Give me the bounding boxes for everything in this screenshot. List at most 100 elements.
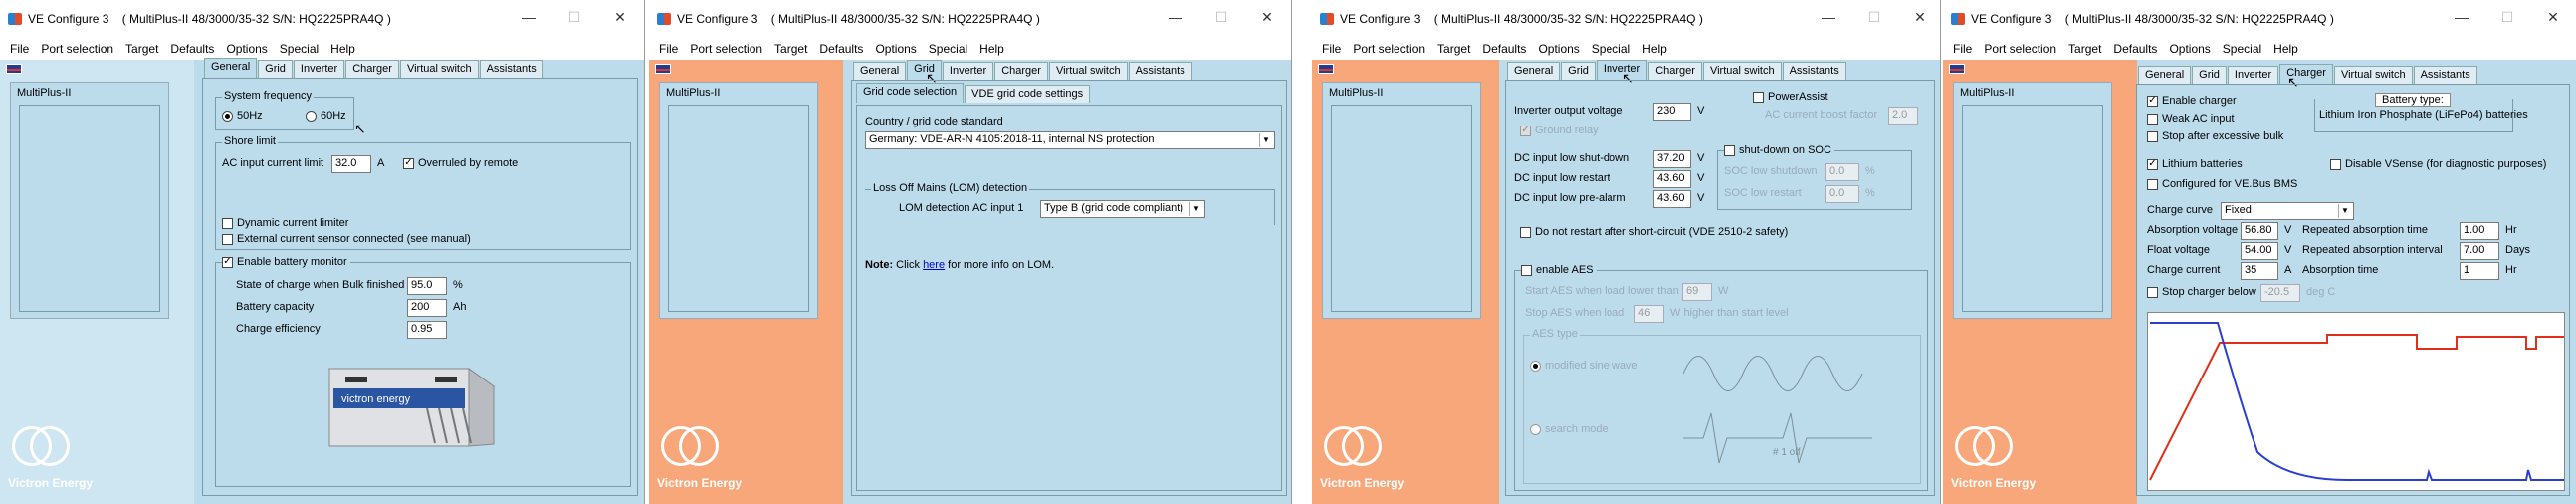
menu-target[interactable]: Target bbox=[768, 42, 813, 56]
soc-shutdown-field[interactable]: 0.0 bbox=[1825, 163, 1859, 181]
menu-target[interactable]: Target bbox=[2062, 42, 2107, 56]
aes-search-radio[interactable]: search mode bbox=[1530, 423, 1609, 435]
menu-port-selection[interactable]: Port selection bbox=[35, 42, 119, 56]
menu-file[interactable]: File bbox=[1316, 42, 1347, 56]
stop-charger-below-field[interactable]: -20.5 bbox=[2260, 284, 2300, 302]
freq-60-radio[interactable]: 60Hz bbox=[306, 110, 346, 122]
menu-help[interactable]: Help bbox=[324, 42, 361, 56]
configured-bms-checkbox[interactable]: Configured for VE.Bus BMS bbox=[2147, 178, 2297, 190]
menu-defaults[interactable]: Defaults bbox=[164, 42, 220, 56]
country-dropdown[interactable]: Germany: VDE-AR-N 4105:2018-11, internal… bbox=[865, 131, 1275, 149]
stop-excessive-bulk-checkbox[interactable]: Stop after excessive bulk bbox=[2147, 130, 2283, 142]
menu-defaults[interactable]: Defaults bbox=[1476, 42, 1532, 56]
flag-icon[interactable] bbox=[1949, 64, 1965, 74]
menu-file[interactable]: File bbox=[4, 42, 35, 56]
tab-assistants[interactable]: Assistants bbox=[1782, 62, 1846, 80]
tab-assistants[interactable]: Assistants bbox=[479, 60, 543, 78]
menu-special[interactable]: Special bbox=[274, 42, 324, 56]
tab-virtual-switch[interactable]: Virtual switch bbox=[1702, 62, 1782, 80]
ground-relay-checkbox[interactable]: ✓ Ground relay bbox=[1520, 125, 1599, 136]
float-voltage-field[interactable]: 54.00 bbox=[2241, 242, 2278, 260]
overruled-by-remote-checkbox[interactable]: ✓ Overruled by remote bbox=[403, 157, 518, 169]
tab-inverter[interactable]: Inverter bbox=[2227, 66, 2279, 84]
charge-current-field[interactable]: 35 bbox=[2241, 262, 2278, 280]
dc-low-restart-field[interactable]: 43.60 bbox=[1653, 170, 1691, 188]
unit-panel[interactable]: MultiPlus-II bbox=[1322, 82, 1481, 319]
menu-options[interactable]: Options bbox=[220, 42, 273, 56]
menu-port-selection[interactable]: Port selection bbox=[1978, 42, 2062, 56]
external-current-sensor-checkbox[interactable]: External current sensor connected (see m… bbox=[222, 233, 471, 245]
unit-panel[interactable]: MultiPlus-II bbox=[659, 82, 818, 319]
maximize-button[interactable]: ☐ bbox=[1851, 6, 1897, 28]
menu-target[interactable]: Target bbox=[119, 42, 164, 56]
tab-grid[interactable]: Grid bbox=[1561, 62, 1596, 80]
menu-special[interactable]: Special bbox=[923, 42, 973, 56]
soc-restart-field[interactable]: 0.0 bbox=[1825, 185, 1859, 203]
tab-general[interactable]: General bbox=[2138, 66, 2192, 84]
tab-assistants[interactable]: Assistants bbox=[1128, 62, 1192, 80]
rep-abs-interval-field[interactable]: 7.00 bbox=[2460, 242, 2499, 260]
menu-options[interactable]: Options bbox=[869, 42, 922, 56]
menu-port-selection[interactable]: Port selection bbox=[684, 42, 768, 56]
output-voltage-field[interactable]: 230 bbox=[1653, 103, 1691, 121]
tab-charger[interactable]: Charger bbox=[1648, 62, 1702, 80]
maximize-button[interactable]: ☐ bbox=[1198, 6, 1244, 28]
battery-capacity-field[interactable]: 200 bbox=[407, 299, 447, 317]
stop-charger-below-checkbox[interactable]: Stop charger below bbox=[2147, 286, 2256, 298]
flag-icon[interactable] bbox=[1318, 64, 1334, 74]
tab-grid[interactable]: Grid bbox=[258, 60, 293, 78]
tab-virtual-switch[interactable]: Virtual switch bbox=[1048, 62, 1128, 80]
close-button[interactable]: ✕ bbox=[597, 6, 643, 28]
charge-curve-dropdown[interactable]: Fixed ▼ bbox=[2221, 202, 2354, 220]
menu-port-selection[interactable]: Port selection bbox=[1347, 42, 1431, 56]
lom-dropdown[interactable]: Type B (grid code compliant) ▼ bbox=[1040, 200, 1205, 218]
freq-50-radio[interactable]: 50Hz bbox=[222, 110, 263, 122]
menu-defaults[interactable]: Defaults bbox=[813, 42, 869, 56]
enable-charger-checkbox[interactable]: ✓ Enable charger bbox=[2147, 95, 2237, 107]
menu-file[interactable]: File bbox=[653, 42, 684, 56]
dc-low-shutdown-field[interactable]: 37.20 bbox=[1653, 150, 1691, 168]
lom-info-link[interactable]: here bbox=[923, 259, 945, 271]
tab-inverter[interactable]: Inverter bbox=[942, 62, 994, 80]
aes-modified-radio[interactable]: modified sine wave bbox=[1530, 360, 1638, 372]
tab-virtual-switch[interactable]: Virtual switch bbox=[399, 60, 479, 78]
menu-help[interactable]: Help bbox=[973, 42, 1010, 56]
ac-input-limit-field[interactable]: 32.0 bbox=[331, 155, 371, 173]
tab-general[interactable]: General bbox=[853, 62, 907, 80]
ac-boost-factor-field[interactable]: 2.0 bbox=[1888, 107, 1918, 125]
minimize-button[interactable]: — bbox=[1153, 6, 1198, 28]
no-restart-checkbox[interactable]: Do not restart after short-circuit (VDE … bbox=[1520, 226, 1788, 238]
subtab-grid-code-selection[interactable]: Grid code selection bbox=[856, 83, 965, 103]
menu-file[interactable]: File bbox=[1947, 42, 1978, 56]
flag-icon[interactable] bbox=[655, 64, 671, 74]
aes-threshold-field[interactable]: 69 bbox=[1682, 283, 1712, 301]
aes-stop-field[interactable]: 46 bbox=[1634, 305, 1664, 323]
menu-special[interactable]: Special bbox=[1586, 42, 1636, 56]
unit-panel[interactable]: MultiPlus-II bbox=[10, 82, 169, 319]
soc-bulk-field[interactable]: 95.0 bbox=[407, 277, 447, 295]
enable-battery-monitor-checkbox[interactable]: ✓ Enable battery monitor bbox=[222, 256, 350, 268]
rep-abs-time-field[interactable]: 1.00 bbox=[2460, 222, 2499, 240]
maximize-button[interactable]: ☐ bbox=[551, 6, 597, 28]
menu-options[interactable]: Options bbox=[1532, 42, 1585, 56]
minimize-button[interactable]: — bbox=[506, 6, 551, 28]
enable-aes-checkbox[interactable]: enable AES bbox=[1521, 264, 1597, 276]
dynamic-current-limiter-checkbox[interactable]: Dynamic current limiter bbox=[222, 217, 348, 229]
dc-low-prealarm-field[interactable]: 43.60 bbox=[1653, 190, 1691, 208]
menu-defaults[interactable]: Defaults bbox=[2107, 42, 2163, 56]
menu-options[interactable]: Options bbox=[2163, 42, 2216, 56]
tab-charger[interactable]: Charger bbox=[345, 60, 399, 78]
menu-help[interactable]: Help bbox=[1636, 42, 1673, 56]
menu-special[interactable]: Special bbox=[2217, 42, 2267, 56]
tab-charger[interactable]: Charger bbox=[994, 62, 1048, 80]
lithium-batteries-checkbox[interactable]: ✓ Lithium batteries bbox=[2147, 158, 2243, 170]
tab-assistants[interactable]: Assistants bbox=[2413, 66, 2477, 84]
close-button[interactable]: ✕ bbox=[1244, 6, 1290, 28]
disable-vsense-checkbox[interactable]: Disable VSense (for diagnostic purposes) bbox=[2330, 158, 2546, 170]
charge-efficiency-field[interactable]: 0.95 bbox=[407, 321, 447, 339]
minimize-button[interactable]: — bbox=[1806, 6, 1851, 28]
powerassist-checkbox[interactable]: PowerAssist bbox=[1753, 91, 1828, 103]
close-button[interactable]: ✕ bbox=[2530, 6, 2576, 28]
menu-help[interactable]: Help bbox=[2267, 42, 2304, 56]
shutdown-on-soc-checkbox[interactable]: shut-down on SOC bbox=[1724, 144, 1834, 156]
